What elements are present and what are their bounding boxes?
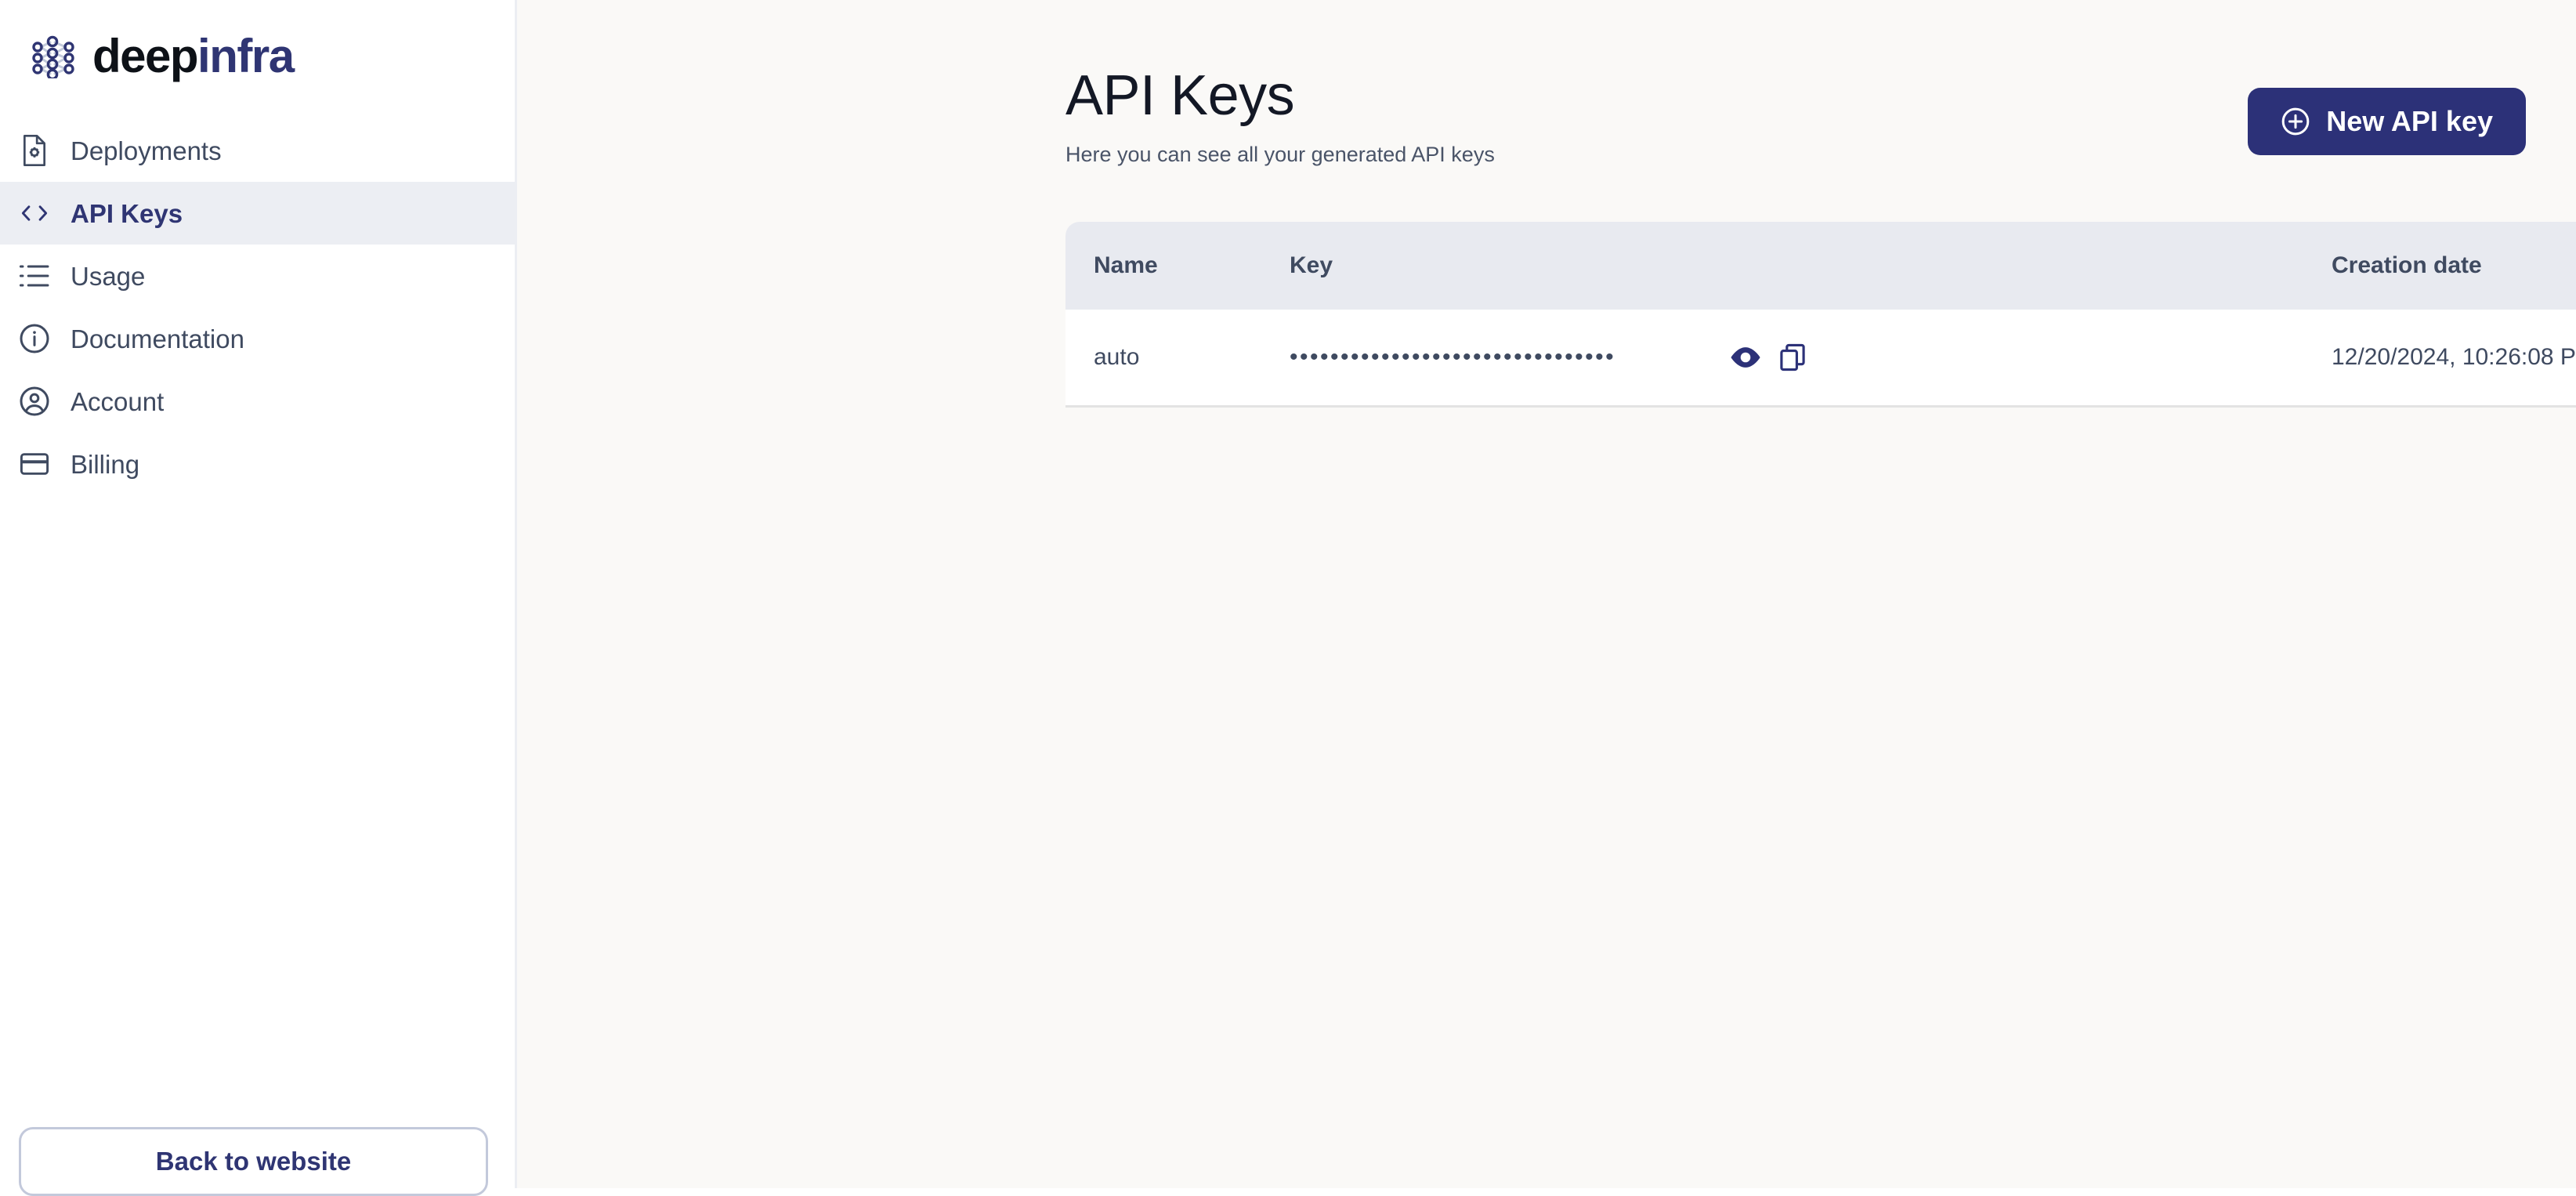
sidebar-item-usage[interactable]: Usage <box>0 245 515 307</box>
cell-key-name: auto <box>1065 310 1290 408</box>
sidebar-nav: Deployments API Keys Usage Documentation… <box>0 119 515 495</box>
user-circle-icon <box>17 384 52 419</box>
code-brackets-icon <box>17 196 52 230</box>
eye-icon[interactable] <box>1729 346 1762 369</box>
page-header-text: API Keys Here you can see all your gener… <box>1065 67 1495 165</box>
new-api-key-button[interactable]: New API key <box>2248 88 2526 155</box>
back-to-website-button[interactable]: Back to website <box>19 1127 488 1196</box>
app-root: deepinfra Deployments API Keys Usage Doc… <box>0 0 2576 1196</box>
brand-word-infra: infra <box>197 30 295 82</box>
sidebar-footer: Back to website <box>0 1127 515 1196</box>
table-row: auto •••••••••••••••••••••••••••••••• 12… <box>1065 310 2576 408</box>
sidebar-item-label: Documentation <box>71 324 244 353</box>
sidebar-item-label: Usage <box>71 261 146 291</box>
brand-word-deep: deep <box>92 30 199 82</box>
sidebar-item-deployments[interactable]: Deployments <box>0 119 515 182</box>
new-api-key-label: New API key <box>2326 105 2493 137</box>
plus-circle-icon <box>2281 107 2310 136</box>
table-body: auto •••••••••••••••••••••••••••••••• 12… <box>1065 310 2576 408</box>
sidebar-item-documentation[interactable]: Documentation <box>0 307 515 370</box>
page-subtitle: Here you can see all your generated API … <box>1065 143 1495 166</box>
sidebar-item-label: Billing <box>71 449 140 479</box>
page-header: API Keys Here you can see all your gener… <box>1065 0 2526 165</box>
copy-icon[interactable] <box>1779 343 1806 371</box>
column-header-key: Key <box>1290 222 2332 310</box>
key-action-icons <box>1729 343 1806 371</box>
cell-key-value: •••••••••••••••••••••••••••••••• <box>1290 310 2332 408</box>
sidebar: deepinfra Deployments API Keys Usage Doc… <box>0 0 517 1196</box>
main-content: API Keys Here you can see all your gener… <box>517 0 2576 1188</box>
api-keys-table: Name Key Creation date Actions auto ••••… <box>1065 222 2576 408</box>
sidebar-item-label: API Keys <box>71 198 183 228</box>
neural-network-dots-icon <box>30 34 81 78</box>
page-title: API Keys <box>1065 64 1295 127</box>
info-circle-icon <box>17 321 52 356</box>
brand-logo[interactable]: deepinfra <box>0 0 515 85</box>
masked-api-key: •••••••••••••••••••••••••••••••• <box>1290 344 1616 370</box>
column-header-creation-date: Creation date <box>2332 222 2576 310</box>
column-header-name: Name <box>1065 222 1290 310</box>
sidebar-item-account[interactable]: Account <box>0 370 515 433</box>
sidebar-item-billing[interactable]: Billing <box>0 433 515 495</box>
sidebar-item-label: Account <box>71 386 165 416</box>
list-icon <box>17 259 52 293</box>
table-header: Name Key Creation date Actions <box>1065 222 2576 310</box>
file-gear-icon <box>17 133 52 168</box>
brand-wordmark: deepinfra <box>92 30 295 82</box>
sidebar-item-label: Deployments <box>71 136 222 165</box>
credit-card-icon <box>17 447 52 481</box>
sidebar-item-api-keys[interactable]: API Keys <box>0 182 515 245</box>
table-header-row: Name Key Creation date Actions <box>1065 222 2576 310</box>
cell-creation-date: 12/20/2024, 10:26:08 PM <box>2332 310 2576 408</box>
